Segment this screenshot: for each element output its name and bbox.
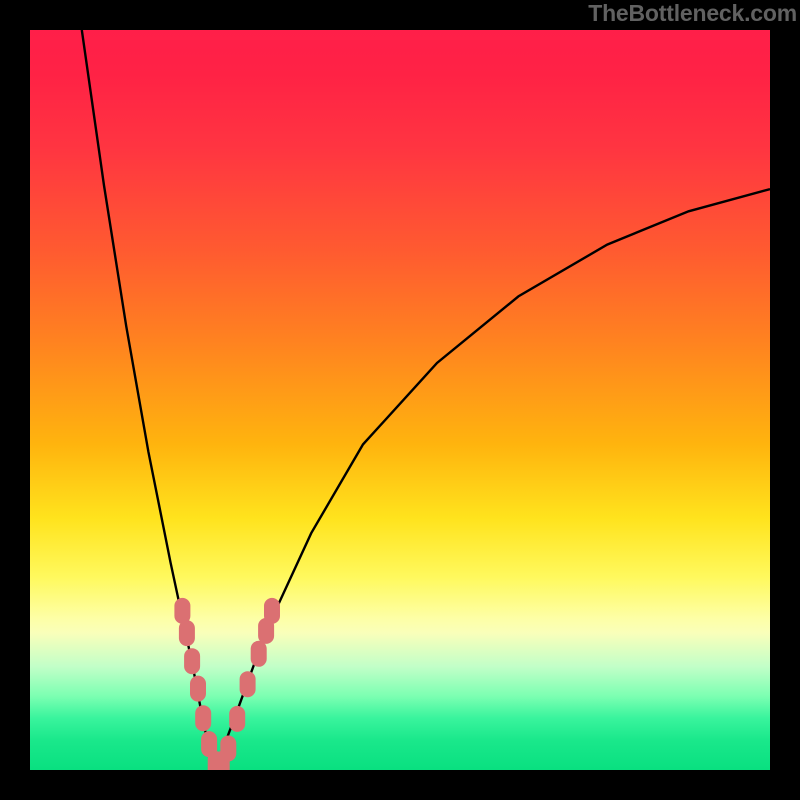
bottleneck-curve-right: [215, 189, 770, 770]
marker-dot: [251, 641, 267, 667]
marker-dot: [264, 598, 280, 624]
chart-area: [30, 30, 770, 770]
marker-dot: [240, 671, 256, 697]
watermark-label: TheBottleneck.com: [588, 0, 797, 27]
marker-dot: [190, 676, 206, 702]
marker-dot: [179, 620, 195, 646]
chart-svg: [30, 30, 770, 770]
marker-dot: [220, 736, 236, 762]
highlighted-points: [174, 598, 280, 770]
marker-dot: [229, 706, 245, 732]
marker-dot: [195, 705, 211, 731]
marker-dot: [184, 648, 200, 674]
marker-dot: [174, 598, 190, 624]
